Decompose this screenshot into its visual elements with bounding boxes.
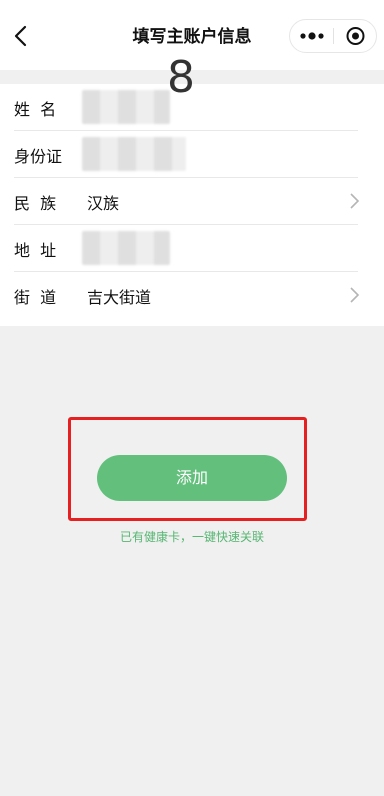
form-row-ethnicity[interactable]: 民 族 汉族 (0, 178, 384, 225)
more-button[interactable] (290, 20, 333, 52)
form-row-idcard[interactable]: 身份证 (0, 131, 384, 178)
street-value: 吉大街道 (87, 288, 152, 307)
address-label: 地 址 (14, 241, 57, 260)
form-row-address[interactable]: 地 址 (0, 225, 384, 272)
ethnicity-value: 汉族 (87, 194, 120, 213)
more-icon (300, 32, 324, 40)
mini-program-capsule (289, 19, 377, 53)
chevron-right-icon (350, 193, 360, 209)
account-form: 姓 名 身份证 民 族 汉族 地 址 街 道 吉大街道 (0, 84, 384, 326)
address-field-redacted[interactable] (82, 231, 170, 265)
overlay-digit: 8 (167, 52, 195, 103)
ethnicity-label: 民 族 (14, 194, 57, 213)
link-health-card-link[interactable]: 已有健康卡，一键快速关联 (0, 528, 384, 545)
add-button[interactable]: 添加 (97, 455, 287, 501)
idcard-label: 身份证 (14, 147, 63, 166)
form-row-street[interactable]: 街 道 吉大街道 (0, 272, 384, 319)
chevron-right-icon (350, 287, 360, 303)
close-miniprogram-button[interactable] (334, 20, 377, 52)
target-icon (346, 27, 365, 45)
street-label: 街 道 (14, 288, 57, 307)
idcard-field-redacted[interactable] (82, 137, 186, 171)
